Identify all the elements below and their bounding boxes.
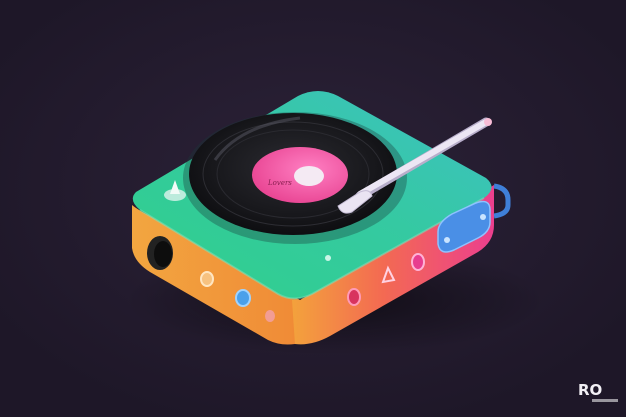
button-3: [265, 310, 275, 322]
turntable-illustration: Lovers: [0, 0, 626, 417]
switch-dot: [444, 237, 450, 243]
turntable-scene: Lovers RO: [0, 0, 626, 417]
switch-dot: [480, 214, 486, 220]
speaker-hole-inner: [154, 241, 172, 267]
record-label-text: Lovers: [267, 179, 292, 187]
tonearm-pivot: [484, 118, 492, 126]
indicator-dot: [325, 255, 331, 261]
button-1: [200, 271, 214, 287]
watermark-text: RO: [578, 381, 603, 399]
button-2: [235, 289, 251, 307]
button-5: [411, 253, 425, 271]
button-4: [347, 288, 361, 306]
book-icon: [592, 399, 618, 402]
spindle: [294, 166, 324, 186]
